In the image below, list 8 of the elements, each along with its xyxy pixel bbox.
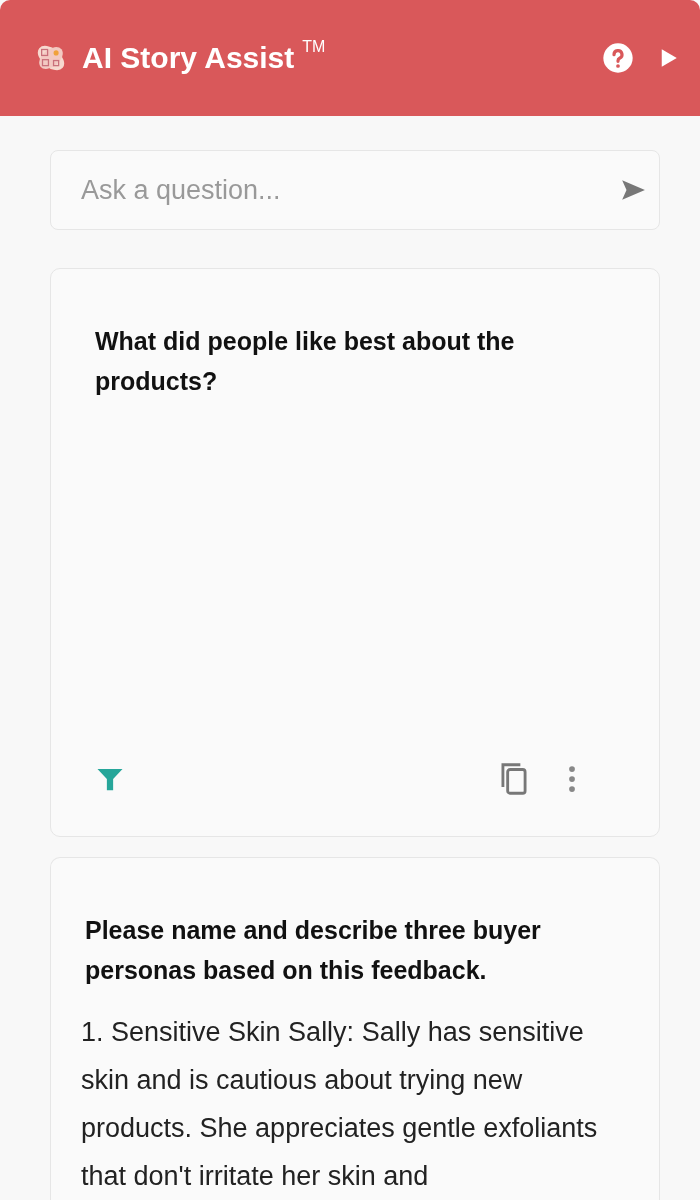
question-text: What did people like best about the products?	[95, 326, 516, 397]
trademark-mark: TM	[302, 38, 326, 56]
answer-text: 1. Sensitive Skin Sally: Sally has sensitive skin and is cautious about trying new products. She appreciates gentle exfoliants that don't irritate her skin and	[81, 1016, 599, 1193]
more-icon[interactable]	[567, 764, 577, 794]
question-input[interactable]: Ask a question...	[50, 150, 660, 230]
help-icon[interactable]	[602, 42, 634, 74]
app-title: AI Story Assist	[82, 41, 295, 75]
question-text: Please name and describe three buyer personas based on this feedback.	[85, 915, 542, 986]
